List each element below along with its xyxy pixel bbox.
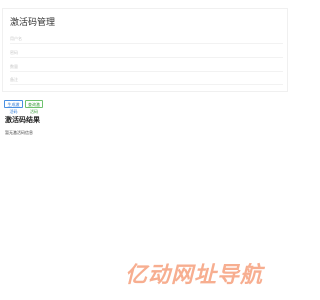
field-label-note: 备注 xyxy=(10,77,18,82)
field-label-password: 密码 xyxy=(10,50,18,55)
site-logo-watermark: 亿动网址导航 xyxy=(125,263,264,288)
results-empty-message: 暂无激活码信息 xyxy=(5,130,33,135)
page: 激活码管理 用户名 密码 数量 备注 生成激活码 查询激活码 激活码结果 暂无激… xyxy=(0,0,300,300)
results-title: 激活码结果 xyxy=(5,116,40,124)
password-field[interactable] xyxy=(10,57,283,58)
activation-form-card: 激活码管理 用户名 密码 数量 备注 xyxy=(2,8,288,92)
field-label-quantity: 数量 xyxy=(10,64,18,69)
form-title: 激活码管理 xyxy=(10,18,56,28)
username-field[interactable] xyxy=(10,43,283,44)
note-field[interactable] xyxy=(10,84,283,85)
query-code-button[interactable]: 查询激活码 xyxy=(25,100,43,114)
field-label-username: 用户名 xyxy=(10,36,22,41)
quantity-field[interactable] xyxy=(10,71,283,72)
generate-code-button[interactable]: 生成激活码 xyxy=(4,100,23,114)
